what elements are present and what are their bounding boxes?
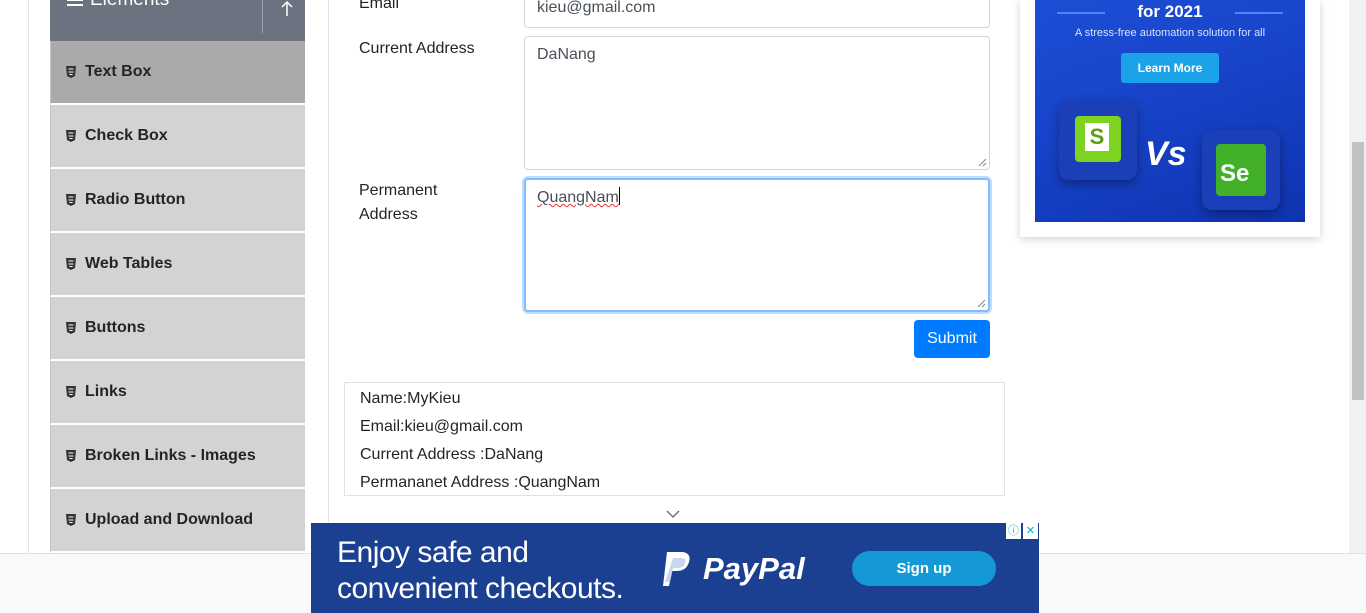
html5-icon	[66, 258, 76, 270]
learn-more-button[interactable]: Learn More	[1121, 53, 1219, 83]
page-divider-middle	[328, 0, 329, 553]
sign-up-button[interactable]: Sign up	[852, 551, 996, 586]
sidebar-item-label: Broken Links - Images	[85, 447, 256, 464]
sidebar-menu: Text Box Check Box Radio Button Web Tabl…	[50, 41, 305, 553]
sidebar-item-label: Text Box	[85, 63, 152, 80]
permanent-address-label: Permanent Address	[359, 179, 437, 227]
ad-headline: for 2021	[1137, 2, 1203, 21]
sidebar-item-label: Upload and Download	[85, 511, 253, 528]
paypal-ad-line2: convenient checkouts.	[337, 572, 624, 605]
sidebar-item-upload-download[interactable]: Upload and Download	[50, 489, 305, 553]
sidebar-item-label: Buttons	[85, 319, 146, 336]
collapse-up-icon[interactable]	[278, 0, 296, 18]
selenium-logo-icon: Se	[1216, 144, 1266, 196]
page: Elements Text Box Check Box Radio Button…	[0, 0, 1366, 613]
output-permanent-address: Permananet Address :QuangNam	[360, 474, 601, 491]
selenium-logo-tile: Se	[1202, 130, 1280, 210]
paypal-wordmark: PayPal	[703, 551, 805, 586]
email-field[interactable]: kieu@gmail.com	[524, 0, 990, 28]
output-name: Name:MyKieu	[360, 390, 461, 407]
page-divider-left	[28, 0, 29, 553]
katalon-logo-letter: S	[1085, 123, 1109, 151]
sidebar-item-check-box[interactable]: Check Box	[50, 105, 305, 169]
katalon-logo-tile: S	[1059, 100, 1137, 180]
html5-icon	[66, 130, 76, 142]
ad-tagline: A stress-free automation solution for al…	[1074, 27, 1266, 39]
paypal-ad-banner[interactable]: Enjoy safe and convenient checkouts. Pay…	[311, 523, 1039, 613]
side-ad-card[interactable]: for 2021 A stress-free automation soluti…	[1020, 0, 1320, 237]
paypal-ad-text: Enjoy safe and convenient checkouts.	[337, 535, 624, 607]
chevron-down-icon[interactable]	[666, 509, 680, 519]
versus-text: Vs	[1145, 135, 1187, 173]
sidebar-item-buttons[interactable]: Buttons	[50, 297, 305, 361]
permanent-address-label-line1: Permanent	[359, 182, 438, 199]
sidebar-item-web-tables[interactable]: Web Tables	[50, 233, 305, 297]
sidebar-item-text-box[interactable]: Text Box	[50, 41, 305, 105]
permanent-address-field[interactable]: QuangNam	[524, 178, 990, 312]
elements-group-header[interactable]: Elements	[50, 0, 305, 41]
sidebar-item-radio-button[interactable]: Radio Button	[50, 169, 305, 233]
adchoices-info-icon[interactable]: ⓘ	[1006, 523, 1021, 539]
katalon-logo-icon: S	[1075, 116, 1121, 162]
output-email: Email:kieu@gmail.com	[360, 418, 523, 435]
group-title: Elements	[90, 0, 169, 10]
html5-icon	[66, 450, 76, 462]
output-current-address: Current Address :DaNang	[360, 446, 544, 463]
page-scrollbar-thumb[interactable]	[1352, 142, 1364, 400]
header-divider	[262, 0, 263, 33]
menu-icon	[67, 0, 83, 6]
sidebar-item-links[interactable]: Links	[50, 361, 305, 425]
email-field-value: kieu@gmail.com	[537, 0, 656, 16]
permanent-address-label-line2: Address	[359, 206, 418, 223]
html5-icon	[66, 386, 76, 398]
html5-icon	[66, 514, 76, 526]
resize-grip-icon[interactable]	[977, 299, 986, 308]
paypal-logo-icon	[663, 552, 690, 586]
side-ad-banner[interactable]: for 2021 A stress-free automation soluti…	[1035, 0, 1305, 222]
resize-grip-icon[interactable]	[978, 158, 987, 167]
output-panel: Name:MyKieu Email:kieu@gmail.com Current…	[344, 382, 1005, 496]
selenium-logo-text: Se	[1220, 160, 1250, 187]
current-address-field[interactable]: DaNang	[524, 36, 990, 170]
current-address-value: DaNang	[537, 46, 596, 63]
html5-icon	[66, 194, 76, 206]
ad-close-icon[interactable]: ✕	[1023, 523, 1038, 539]
permanent-address-value: QuangNam	[537, 189, 619, 206]
sidebar-item-label: Links	[85, 383, 127, 400]
email-label: Email	[359, 0, 400, 12]
paypal-ad-line1: Enjoy safe and	[337, 536, 529, 569]
sidebar-item-label: Radio Button	[85, 191, 186, 208]
sidebar-item-broken-links[interactable]: Broken Links - Images	[50, 425, 305, 489]
html5-icon	[66, 66, 76, 78]
text-caret	[618, 187, 620, 205]
submit-button[interactable]: Submit	[914, 320, 990, 358]
html5-icon	[66, 322, 76, 334]
current-address-label: Current Address	[359, 40, 475, 57]
sidebar-item-label: Web Tables	[85, 255, 173, 272]
sidebar-item-label: Check Box	[85, 127, 168, 144]
